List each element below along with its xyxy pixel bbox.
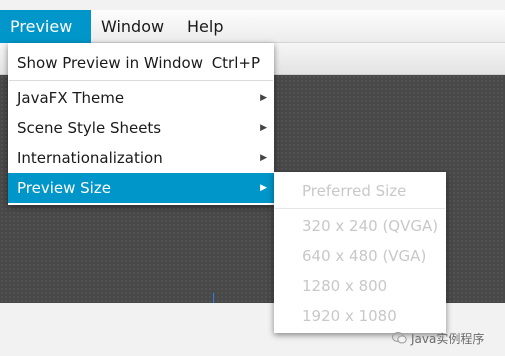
submenu-arrow-icon: ▶ bbox=[260, 153, 267, 163]
show-preview-label: Show Preview in Window bbox=[17, 54, 203, 72]
menu-separator bbox=[9, 80, 273, 81]
preview-size-label: Preview Size bbox=[17, 179, 111, 197]
submenu-arrow-icon: ▶ bbox=[260, 183, 267, 193]
internationalization-item[interactable]: Internationalization ▶ bbox=[8, 143, 274, 173]
javafx-theme-item[interactable]: JavaFX Theme ▶ bbox=[8, 83, 274, 113]
javafx-theme-label: JavaFX Theme bbox=[17, 89, 125, 107]
menu-help[interactable]: Help bbox=[178, 10, 232, 43]
show-preview-shortcut: Ctrl+P bbox=[211, 54, 260, 72]
size-vga-option[interactable]: 640 x 480 (VGA) bbox=[274, 241, 446, 271]
submenu-arrow-icon: ▶ bbox=[260, 93, 267, 103]
submenu-separator bbox=[275, 208, 445, 209]
show-preview-in-window-item[interactable]: Show Preview in Window Ctrl+P bbox=[8, 48, 274, 78]
size-qvga-option[interactable]: 320 x 240 (QVGA) bbox=[274, 211, 446, 241]
preview-menu-dropdown: Show Preview in Window Ctrl+P JavaFX The… bbox=[8, 43, 274, 205]
menu-window[interactable]: Window bbox=[92, 10, 173, 43]
internationalization-label: Internationalization bbox=[17, 149, 163, 167]
preferred-size-option[interactable]: Preferred Size bbox=[274, 176, 446, 206]
watermark: Java实例程序 bbox=[392, 330, 484, 348]
size-1920-option[interactable]: 1920 x 1080 bbox=[274, 301, 446, 331]
submenu-arrow-icon: ▶ bbox=[260, 123, 267, 133]
text-cursor-mark bbox=[213, 293, 214, 303]
size-1280-option[interactable]: 1280 x 800 bbox=[274, 271, 446, 301]
preview-size-submenu: Preferred Size 320 x 240 (QVGA) 640 x 48… bbox=[274, 172, 446, 333]
preview-size-item[interactable]: Preview Size ▶ bbox=[8, 173, 274, 203]
wechat-icon bbox=[392, 332, 407, 344]
scene-style-sheets-item[interactable]: Scene Style Sheets ▶ bbox=[8, 113, 274, 143]
watermark-text: Java实例程序 bbox=[411, 332, 485, 346]
menu-preview[interactable]: Preview bbox=[0, 10, 91, 43]
scene-style-sheets-label: Scene Style Sheets bbox=[17, 119, 162, 137]
menu-bar: Preview Window Help bbox=[0, 10, 505, 43]
